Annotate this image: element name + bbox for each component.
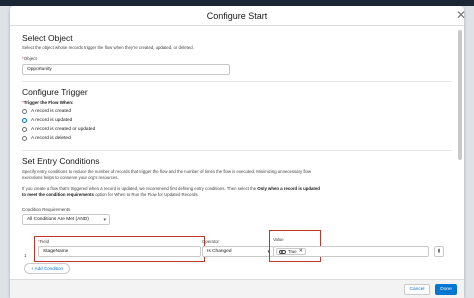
radio-circle-icon xyxy=(22,136,27,141)
object-field-label: *Object xyxy=(22,56,37,61)
radio-record-created-or-updated[interactable]: A record is created or updated xyxy=(22,127,95,132)
radio-record-created[interactable]: A record is created xyxy=(22,109,71,114)
trash-icon: ▮ xyxy=(437,248,441,254)
operator-select[interactable]: Is Changed ▾ xyxy=(202,246,274,257)
remove-pill-icon[interactable]: ✕ xyxy=(299,249,303,254)
modal-scrollbar[interactable] xyxy=(458,30,462,160)
toggle-icon xyxy=(279,249,286,254)
chevron-down-icon: ▾ xyxy=(103,217,106,223)
operator-label: Operator xyxy=(202,239,219,244)
condition-row-number: 1 xyxy=(24,253,27,258)
add-condition-button[interactable]: + Add Condition xyxy=(24,263,70,274)
section-divider xyxy=(22,150,452,151)
configure-trigger-heading: Configure Trigger xyxy=(22,87,88,97)
value-label: Value xyxy=(273,237,284,242)
modal-title: Configure Start xyxy=(10,6,464,26)
modal-footer: Cancel Done xyxy=(10,279,464,298)
field-label: *Field xyxy=(38,239,50,244)
cancel-button[interactable]: Cancel xyxy=(404,284,430,295)
entry-conditions-description-1: Specify entry conditions to reduce the n… xyxy=(22,169,311,180)
field-input[interactable]: StageName xyxy=(38,246,201,257)
condition-requirements-label: Condition Requirements xyxy=(22,207,71,212)
done-button[interactable]: Done xyxy=(435,284,457,295)
delete-condition-button[interactable]: ▮ xyxy=(434,246,444,257)
modal-body[interactable]: Select Object Select the object whose re… xyxy=(10,27,464,279)
radio-circle-icon xyxy=(22,127,27,132)
select-object-description: Select the object whose records trigger … xyxy=(22,45,194,50)
value-pill[interactable]: True ✕ xyxy=(276,248,306,255)
radio-record-updated[interactable]: A record is updated xyxy=(22,118,72,123)
trigger-label: *Trigger the Flow When: xyxy=(22,100,74,105)
configure-start-modal: Configure Start Select Object Select the… xyxy=(10,6,464,298)
radio-selected-icon xyxy=(22,118,27,123)
section-divider xyxy=(22,81,452,82)
object-input[interactable]: Opportunity xyxy=(22,64,230,75)
value-input[interactable]: True ✕ xyxy=(273,246,429,257)
radio-record-deleted[interactable]: A record is deleted xyxy=(22,136,71,141)
entry-conditions-heading: Set Entry Conditions xyxy=(22,156,100,166)
entry-conditions-description-2: If you create a flow that's triggered wh… xyxy=(22,186,320,197)
select-object-heading: Select Object xyxy=(22,33,73,43)
radio-circle-icon xyxy=(22,109,27,114)
close-icon[interactable]: ✕ xyxy=(454,8,468,22)
condition-requirements-select[interactable]: All Conditions Are Met (AND) ▾ xyxy=(22,214,110,225)
